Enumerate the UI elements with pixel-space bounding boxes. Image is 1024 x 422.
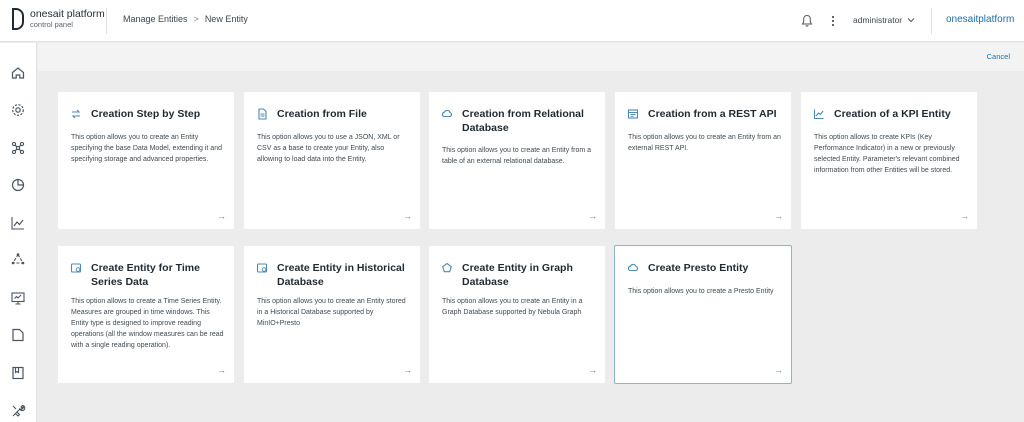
file-icon — [256, 108, 268, 120]
more-options-icon[interactable] — [829, 14, 837, 28]
breadcrumb: Manage Entities > New Entity — [123, 14, 248, 24]
network-icon[interactable] — [10, 140, 26, 156]
presto-icon — [627, 262, 639, 274]
logo-line2: control panel — [30, 20, 73, 29]
card-create-entity-historical-database[interactable]: Create Entity in Historical Database Thi… — [243, 245, 421, 384]
card-creation-step-by-step[interactable]: Creation Step by Step This option allows… — [57, 91, 235, 230]
platform-logo[interactable]: onesait platform control panel — [12, 8, 105, 30]
card-description: This option allows you to create an Enti… — [442, 147, 592, 165]
bell-icon[interactable] — [801, 14, 813, 28]
gear-icon[interactable] — [10, 102, 26, 118]
cancel-button[interactable]: Cancel — [987, 52, 1010, 61]
breadcrumb-manage-entities[interactable]: Manage Entities — [123, 14, 188, 24]
kpi-chart-icon — [813, 108, 825, 120]
card-description: This option allows you to create a Prest… — [628, 288, 774, 295]
brand-name[interactable]: onesaitplatform — [946, 14, 1014, 25]
action-bar — [38, 43, 1024, 71]
card-title: Create Presto Entity — [648, 262, 749, 274]
card-title: Create Entity in Historical Database — [277, 262, 405, 288]
card-title: Creation from File — [277, 108, 367, 120]
logo-mark-icon — [12, 8, 24, 30]
arrow-right-icon[interactable]: → — [774, 211, 783, 221]
pie-chart-icon[interactable] — [10, 177, 26, 193]
user-name: administrator — [853, 15, 903, 25]
logo-line1: onesait platform — [30, 8, 105, 20]
card-description: This option allows you to use a JSON, XM… — [257, 134, 400, 163]
arrow-right-icon[interactable]: → — [774, 365, 783, 375]
card-description: This option allows you to create an Enti… — [257, 298, 406, 327]
arrow-right-icon[interactable]: → — [217, 365, 226, 375]
cloud-db-icon — [441, 108, 453, 120]
sidebar — [0, 43, 37, 422]
card-title: Creation of a KPI Entity — [834, 108, 951, 120]
card-title: Creation Step by Step — [91, 108, 201, 120]
card-creation-of-kpi-entity[interactable]: Creation of a KPI Entity This option all… — [800, 91, 978, 230]
card-create-presto-entity[interactable]: Create Presto Entity This option allows … — [614, 245, 792, 384]
divider — [931, 8, 932, 34]
timeseries-icon — [70, 262, 82, 274]
divider — [106, 8, 107, 34]
card-creation-from-rest-api[interactable]: Creation from a REST API This option all… — [614, 91, 792, 230]
arrow-right-icon[interactable]: → — [403, 365, 412, 375]
card-description: This option allows to create a Time Seri… — [71, 298, 224, 349]
card-description: This option allows you to create an Enti… — [442, 298, 583, 316]
arrow-right-icon[interactable]: → — [217, 211, 226, 221]
card-creation-from-file[interactable]: Creation from File This option allows yo… — [243, 91, 421, 230]
tools-icon[interactable] — [10, 403, 26, 419]
card-create-entity-time-series[interactable]: Create Entity for Time Series Data This … — [57, 245, 235, 384]
folder-icon[interactable] — [10, 327, 26, 343]
card-creation-from-relational-database[interactable]: Creation from Relational Database This o… — [428, 91, 606, 230]
user-menu[interactable]: administrator — [853, 15, 915, 25]
card-title: Creation from Relational Database — [462, 108, 584, 134]
card-title: Creation from a REST API — [648, 108, 777, 120]
logo-text: onesait platform control panel — [30, 8, 105, 30]
card-description: This option allows to create KPIs (Key P… — [814, 134, 960, 174]
monitor-icon[interactable] — [10, 290, 26, 306]
chevron-down-icon — [907, 18, 915, 23]
card-description: This option allows you to create an Enti… — [628, 134, 781, 152]
book-icon[interactable] — [10, 365, 26, 381]
top-bar: onesait platform control panel Manage En… — [0, 0, 1024, 42]
historical-db-icon — [256, 262, 268, 274]
line-chart-icon[interactable] — [10, 215, 26, 231]
cycle-icon[interactable] — [10, 252, 26, 268]
arrow-right-icon[interactable]: → — [588, 365, 597, 375]
breadcrumb-new-entity: New Entity — [204, 14, 248, 24]
arrow-right-icon[interactable]: → — [588, 211, 597, 221]
api-icon — [627, 108, 639, 120]
card-description: This option allows you to create an Enti… — [71, 134, 222, 163]
home-icon[interactable] — [10, 65, 26, 81]
steps-icon — [70, 108, 82, 120]
breadcrumb-separator: > — [193, 14, 199, 24]
card-create-entity-graph-database[interactable]: Create Entity in Graph Database This opt… — [428, 245, 606, 384]
graph-icon — [441, 262, 453, 274]
arrow-right-icon[interactable]: → — [403, 211, 412, 221]
card-title: Create Entity for Time Series Data — [91, 262, 200, 288]
arrow-right-icon[interactable]: → — [960, 211, 969, 221]
card-title: Create Entity in Graph Database — [462, 262, 573, 288]
